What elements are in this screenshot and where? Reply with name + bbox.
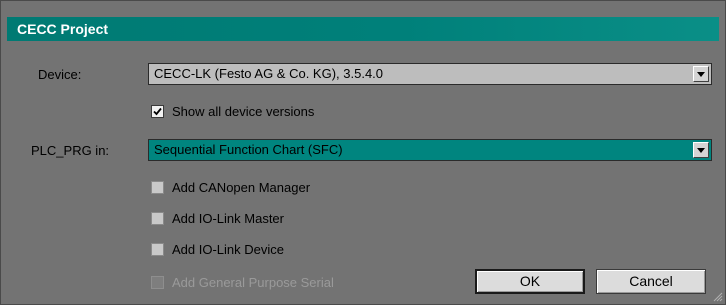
device-select-value: CECC-LK (Festo AG & Co. KG), 3.5.4.0 xyxy=(154,66,384,81)
checkbox-icon[interactable] xyxy=(151,243,164,256)
add-io-link-master-checkbox[interactable]: Add IO-Link Master xyxy=(151,211,451,227)
device-select[interactable]: CECC-LK (Festo AG & Co. KG), 3.5.4.0 xyxy=(148,63,712,85)
cancel-button[interactable]: Cancel xyxy=(596,269,706,294)
option-label: Add General Purpose Serial xyxy=(172,275,334,290)
option-label: Add IO-Link Master xyxy=(172,211,284,226)
checkbox-icon[interactable] xyxy=(151,212,164,225)
show-all-versions-label: Show all device versions xyxy=(172,104,315,119)
chevron-down-icon[interactable] xyxy=(693,66,709,82)
plc-prg-label: PLC_PRG in: xyxy=(31,143,110,158)
checkbox-checked-icon[interactable] xyxy=(151,105,164,118)
show-all-versions-checkbox[interactable]: Show all device versions xyxy=(151,104,451,120)
option-label: Add IO-Link Device xyxy=(172,242,284,257)
checkbox-icon xyxy=(151,276,164,289)
device-label: Device: xyxy=(38,67,82,82)
chevron-down-icon[interactable] xyxy=(693,142,709,158)
dialog-title: CECC Project xyxy=(7,17,719,41)
add-io-link-device-checkbox[interactable]: Add IO-Link Device xyxy=(151,242,451,258)
plc-prg-select[interactable]: Sequential Function Chart (SFC) xyxy=(148,139,712,161)
checkbox-icon[interactable] xyxy=(151,181,164,194)
plc-prg-select-value: Sequential Function Chart (SFC) xyxy=(154,142,343,157)
add-general-purpose-serial-checkbox: Add General Purpose Serial xyxy=(151,275,451,291)
ok-button[interactable]: OK xyxy=(475,269,585,294)
resize-grip-icon[interactable] xyxy=(711,290,723,302)
add-canopen-manager-checkbox[interactable]: Add CANopen Manager xyxy=(151,180,451,196)
cecc-project-dialog: CECC Project Device: CECC-LK (Festo AG &… xyxy=(0,0,726,305)
option-label: Add CANopen Manager xyxy=(172,180,311,195)
